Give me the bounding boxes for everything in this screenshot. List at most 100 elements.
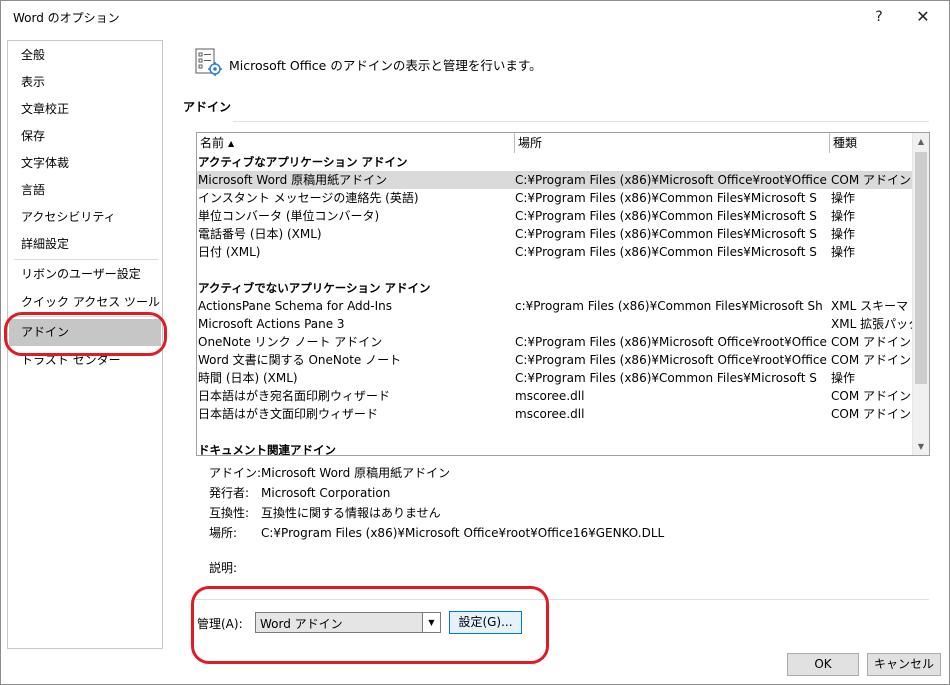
cell-name: Word 文書に関する OneNote ノート	[198, 353, 402, 367]
detail-value: Microsoft Word 原稿用紙アドイン	[261, 466, 451, 480]
manage-divider	[195, 599, 929, 600]
cell-name: 日本語はがき文面印刷ウィザード	[198, 407, 379, 421]
add-ins-settings-icon	[195, 48, 222, 76]
nav-item-general[interactable]: 全般	[9, 42, 161, 69]
table-row[interactable]: 日本語はがき文面印刷ウィザード mscoree.dll COM アドイン	[197, 405, 913, 423]
detail-value: Microsoft Corporation	[261, 486, 391, 500]
detail-value: 互換性に関する情報はありません	[261, 506, 441, 520]
table-row[interactable]: Microsoft Word 原稿用紙アドイン C:¥Program Files…	[197, 171, 913, 189]
cell-type: 操作	[831, 227, 856, 241]
cell-location: mscoree.dll	[515, 407, 585, 421]
scroll-down-arrow-icon[interactable]: ▼	[913, 438, 929, 455]
nav-item-advanced[interactable]: 詳細設定	[9, 231, 161, 258]
nav-item-language[interactable]: 言語	[9, 177, 161, 204]
cell-name: 時間 (日本) (XML)	[198, 371, 298, 385]
cell-name: インスタント メッセージの連絡先 (英語)	[198, 191, 419, 205]
nav-item-accessibility[interactable]: アクセシビリティ	[9, 204, 161, 231]
cell-type: 操作	[831, 245, 856, 259]
cell-name: Microsoft Actions Pane 3	[198, 317, 345, 331]
cell-location: C:¥Program Files (x86)¥Common Files¥Micr…	[515, 245, 817, 259]
cell-name: 日付 (XML)	[198, 245, 261, 259]
detail-description: 説明:	[203, 558, 903, 578]
table-row[interactable]: 電話番号 (日本) (XML) C:¥Program Files (x86)¥C…	[197, 225, 913, 243]
cell-type: COM アドイン	[831, 335, 911, 349]
table-row[interactable]: Word 文書に関する OneNote ノート C:¥Program Files…	[197, 351, 913, 369]
nav-item-customize-ribbon[interactable]: リボンのユーザー設定	[9, 261, 161, 288]
cell-type: COM アドイン	[831, 389, 911, 403]
cell-type: COM アドイン	[831, 353, 911, 367]
cell-type: 操作	[831, 371, 856, 385]
cell-name: 日本語はがき宛名面印刷ウィザード	[198, 389, 391, 403]
settings-go-button[interactable]: 設定(G)...	[449, 611, 522, 634]
cell-location: C:¥Program Files (x86)¥Common Files¥Micr…	[515, 371, 817, 385]
manage-dropdown-value: Word アドイン	[260, 617, 343, 631]
cancel-button[interactable]: キャンセル	[867, 653, 941, 676]
section-title-add-ins: アドイン	[183, 100, 232, 114]
cell-location: mscoree.dll	[515, 389, 585, 403]
cell-name: 電話番号 (日本) (XML)	[198, 227, 322, 241]
window-title: Word のオプション	[13, 11, 120, 25]
nav-item-proofing[interactable]: 文章校正	[9, 96, 161, 123]
add-ins-list[interactable]: 名前 ▲ 場所 種類 アクティブなアプリケーション アドイン Microsoft …	[196, 132, 930, 456]
word-options-dialog: Word のオプション ? ✕ 全般 表示 文章校正 保存 文字体裁 言語 アク…	[0, 0, 950, 685]
panel-heading: Microsoft Office のアドインの表示と管理を行います。	[229, 58, 542, 73]
help-button[interactable]: ?	[857, 3, 901, 31]
cell-type: XML 拡張パック	[831, 317, 915, 331]
cell-type: COM アドイン	[831, 407, 911, 421]
column-header-name[interactable]: 名前 ▲	[197, 133, 515, 153]
cell-location: C:¥Program Files (x86)¥Common Files¥Micr…	[515, 209, 817, 223]
detail-compatibility: 互換性: 互換性に関する情報はありません	[203, 503, 903, 523]
detail-publisher: 発行者: Microsoft Corporation	[203, 483, 903, 503]
table-row[interactable]: ActionsPane Schema for Add-Ins c:¥Progra…	[197, 297, 913, 315]
detail-location: 場所: C:¥Program Files (x86)¥Microsoft Off…	[203, 523, 903, 543]
table-row[interactable]: Microsoft Actions Pane 3 XML 拡張パック	[197, 315, 915, 333]
group-header-inactive: アクティブでないアプリケーション アドイン	[198, 281, 431, 295]
add-ins-panel: Microsoft Office のアドインの表示と管理を行います。 アドイン …	[173, 33, 949, 653]
cell-type: 操作	[831, 191, 856, 205]
list-body: アクティブなアプリケーション アドイン Microsoft Word 原稿用紙ア…	[197, 153, 915, 456]
detail-value: C:¥Program Files (x86)¥Microsoft Office¥…	[261, 526, 665, 540]
column-header-type[interactable]: 種類	[829, 133, 913, 153]
cell-location: C:¥Program Files (x86)¥Microsoft Office¥…	[515, 353, 827, 367]
nav-item-trust-center[interactable]: トラスト センター	[9, 347, 161, 374]
cell-type: COM アドイン	[831, 173, 911, 187]
category-nav: 全般 表示 文章校正 保存 文字体裁 言語 アクセシビリティ 詳細設定 リボンの…	[7, 40, 163, 649]
column-header-location[interactable]: 場所	[514, 133, 830, 153]
nav-separator	[14, 316, 158, 317]
cell-name: ActionsPane Schema for Add-Ins	[198, 299, 393, 313]
table-row[interactable]: 日付 (XML) C:¥Program Files (x86)¥Common F…	[197, 243, 913, 261]
nav-item-add-ins[interactable]: アドイン	[9, 319, 161, 346]
table-row[interactable]: インスタント メッセージの連絡先 (英語) C:¥Program Files (…	[197, 189, 913, 207]
close-button[interactable]: ✕	[901, 3, 945, 31]
nav-item-quick-access-toolbar[interactable]: クイック アクセス ツール バー	[9, 289, 161, 316]
chevron-down-icon[interactable]: ▼	[422, 613, 440, 632]
table-row[interactable]: 単位コンバータ (単位コンバータ) C:¥Program Files (x86)…	[197, 207, 913, 225]
scroll-up-arrow-icon[interactable]: ▲	[913, 133, 929, 150]
detail-label: 発行者:	[209, 486, 250, 500]
scroll-thumb[interactable]	[915, 152, 927, 384]
table-row[interactable]: 日本語はがき宛名面印刷ウィザード mscoree.dll COM アドイン	[197, 387, 913, 405]
sort-ascending-icon: ▲	[228, 139, 235, 148]
cell-name: 単位コンバータ (単位コンバータ)	[198, 209, 380, 223]
nav-item-save[interactable]: 保存	[9, 123, 161, 150]
section-divider	[233, 121, 929, 122]
manage-dropdown[interactable]: Word アドイン ▼	[255, 612, 441, 633]
cell-name: OneNote リンク ノート アドイン	[198, 335, 383, 349]
manage-label: 管理(A):	[197, 617, 243, 631]
table-row[interactable]: OneNote リンク ノート アドイン C:¥Program Files (x…	[197, 333, 913, 351]
nav-separator	[14, 259, 158, 260]
cell-location: C:¥Program Files (x86)¥Microsoft Office¥…	[515, 173, 827, 187]
group-header-document: ドキュメント関連アドイン	[198, 443, 336, 456]
detail-label: 説明:	[209, 561, 238, 575]
cell-name: Microsoft Word 原稿用紙アドイン	[198, 173, 388, 187]
cell-type: XML スキーマ	[831, 299, 909, 313]
title-bar: Word のオプション ? ✕	[1, 1, 949, 33]
cell-location: C:¥Program Files (x86)¥Common Files¥Micr…	[515, 191, 817, 205]
list-scrollbar[interactable]: ▲ ▼	[912, 133, 929, 455]
ok-button[interactable]: OK	[787, 653, 859, 676]
cell-location: c:¥Program Files (x86)¥Common Files¥Micr…	[515, 299, 823, 313]
table-row[interactable]: 時間 (日本) (XML) C:¥Program Files (x86)¥Com…	[197, 369, 913, 387]
cell-location: C:¥Program Files (x86)¥Common Files¥Micr…	[515, 227, 817, 241]
nav-item-display[interactable]: 表示	[9, 69, 161, 96]
nav-item-typography[interactable]: 文字体裁	[9, 150, 161, 177]
